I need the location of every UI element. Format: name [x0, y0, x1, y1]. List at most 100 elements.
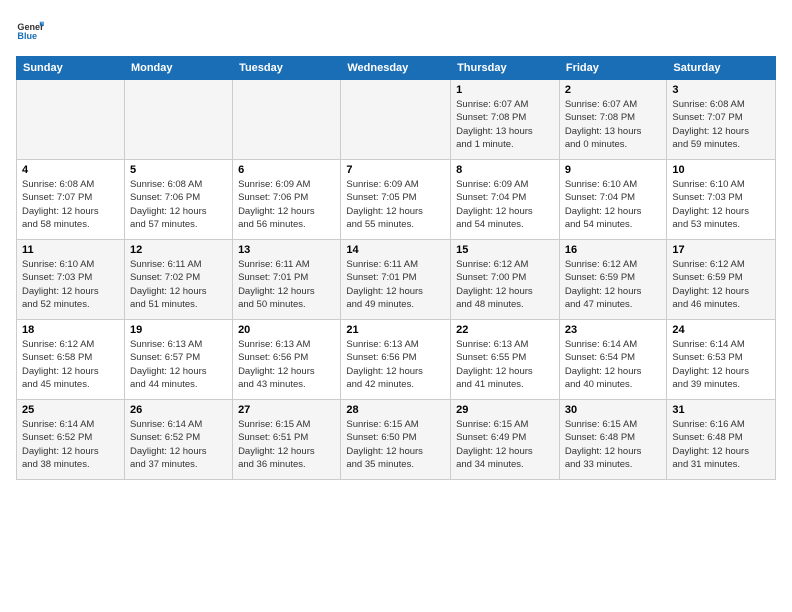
day-info: Sunrise: 6:08 AM Sunset: 7:07 PM Dayligh… [672, 98, 770, 151]
calendar-cell [233, 80, 341, 160]
calendar-cell: 3 Sunrise: 6:08 AM Sunset: 7:07 PM Daylig… [667, 80, 776, 160]
weekday-header-friday: Friday [559, 57, 667, 80]
logo-icon: General Blue [16, 16, 44, 44]
day-number: 30 [565, 404, 662, 416]
calendar-cell: 15 Sunrise: 6:12 AM Sunset: 7:00 PM Dayli… [451, 240, 560, 320]
day-info: Sunrise: 6:09 AM Sunset: 7:06 PM Dayligh… [238, 178, 335, 231]
day-info: Sunrise: 6:11 AM Sunset: 7:01 PM Dayligh… [346, 258, 445, 311]
weekday-header-tuesday: Tuesday [233, 57, 341, 80]
day-number: 7 [346, 164, 445, 176]
calendar-cell [124, 80, 232, 160]
svg-text:Blue: Blue [17, 31, 37, 41]
day-info: Sunrise: 6:13 AM Sunset: 6:55 PM Dayligh… [456, 338, 554, 391]
day-info: Sunrise: 6:10 AM Sunset: 7:03 PM Dayligh… [672, 178, 770, 231]
day-info: Sunrise: 6:09 AM Sunset: 7:04 PM Dayligh… [456, 178, 554, 231]
calendar-week-row: 18 Sunrise: 6:12 AM Sunset: 6:58 PM Dayli… [17, 320, 776, 400]
day-number: 4 [22, 164, 119, 176]
day-info: Sunrise: 6:10 AM Sunset: 7:03 PM Dayligh… [22, 258, 119, 311]
weekday-header-thursday: Thursday [451, 57, 560, 80]
day-number: 24 [672, 324, 770, 336]
calendar-cell: 10 Sunrise: 6:10 AM Sunset: 7:03 PM Dayli… [667, 160, 776, 240]
calendar-week-row: 25 Sunrise: 6:14 AM Sunset: 6:52 PM Dayli… [17, 400, 776, 480]
calendar-cell: 6 Sunrise: 6:09 AM Sunset: 7:06 PM Daylig… [233, 160, 341, 240]
day-number: 17 [672, 244, 770, 256]
calendar-cell: 1 Sunrise: 6:07 AM Sunset: 7:08 PM Daylig… [451, 80, 560, 160]
calendar-cell: 29 Sunrise: 6:15 AM Sunset: 6:49 PM Dayli… [451, 400, 560, 480]
calendar-cell: 23Sunrise: 6:14 AM Sunset: 6:54 PM Dayli… [559, 320, 667, 400]
day-number: 13 [238, 244, 335, 256]
day-number: 3 [672, 84, 770, 96]
day-number: 15 [456, 244, 554, 256]
calendar-cell: 13Sunrise: 6:11 AM Sunset: 7:01 PM Dayli… [233, 240, 341, 320]
calendar-cell: 2 Sunrise: 6:07 AM Sunset: 7:08 PM Daylig… [559, 80, 667, 160]
logo: General Blue [16, 16, 48, 44]
calendar-header-row: SundayMondayTuesdayWednesdayThursdayFrid… [17, 57, 776, 80]
day-info: Sunrise: 6:08 AM Sunset: 7:06 PM Dayligh… [130, 178, 227, 231]
calendar-cell [341, 80, 451, 160]
day-info: Sunrise: 6:12 AM Sunset: 6:59 PM Dayligh… [565, 258, 662, 311]
day-number: 6 [238, 164, 335, 176]
day-info: Sunrise: 6:12 AM Sunset: 7:00 PM Dayligh… [456, 258, 554, 311]
day-number: 10 [672, 164, 770, 176]
day-info: Sunrise: 6:13 AM Sunset: 6:57 PM Dayligh… [130, 338, 227, 391]
calendar-cell: 12Sunrise: 6:11 AM Sunset: 7:02 PM Dayli… [124, 240, 232, 320]
calendar-body: 1 Sunrise: 6:07 AM Sunset: 7:08 PM Daylig… [17, 80, 776, 480]
day-number: 18 [22, 324, 119, 336]
day-info: Sunrise: 6:15 AM Sunset: 6:50 PM Dayligh… [346, 418, 445, 471]
calendar-cell: 5 Sunrise: 6:08 AM Sunset: 7:06 PM Daylig… [124, 160, 232, 240]
day-number: 22 [456, 324, 554, 336]
day-info: Sunrise: 6:16 AM Sunset: 6:48 PM Dayligh… [672, 418, 770, 471]
day-info: Sunrise: 6:12 AM Sunset: 6:59 PM Dayligh… [672, 258, 770, 311]
day-number: 20 [238, 324, 335, 336]
calendar-cell: 28 Sunrise: 6:15 AM Sunset: 6:50 PM Dayli… [341, 400, 451, 480]
calendar-cell: 18 Sunrise: 6:12 AM Sunset: 6:58 PM Dayli… [17, 320, 125, 400]
calendar-cell: 4Sunrise: 6:08 AM Sunset: 7:07 PM Daylig… [17, 160, 125, 240]
calendar-cell: 17 Sunrise: 6:12 AM Sunset: 6:59 PM Dayli… [667, 240, 776, 320]
day-info: Sunrise: 6:10 AM Sunset: 7:04 PM Dayligh… [565, 178, 662, 231]
day-number: 25 [22, 404, 119, 416]
day-info: Sunrise: 6:14 AM Sunset: 6:52 PM Dayligh… [22, 418, 119, 471]
day-number: 27 [238, 404, 335, 416]
weekday-header-wednesday: Wednesday [341, 57, 451, 80]
day-info: Sunrise: 6:07 AM Sunset: 7:08 PM Dayligh… [456, 98, 554, 151]
calendar-cell: 11 Sunrise: 6:10 AM Sunset: 7:03 PM Dayli… [17, 240, 125, 320]
calendar-cell: 9 Sunrise: 6:10 AM Sunset: 7:04 PM Daylig… [559, 160, 667, 240]
day-number: 14 [346, 244, 445, 256]
day-info: Sunrise: 6:07 AM Sunset: 7:08 PM Dayligh… [565, 98, 662, 151]
day-info: Sunrise: 6:14 AM Sunset: 6:52 PM Dayligh… [130, 418, 227, 471]
day-number: 5 [130, 164, 227, 176]
day-number: 9 [565, 164, 662, 176]
day-info: Sunrise: 6:12 AM Sunset: 6:58 PM Dayligh… [22, 338, 119, 391]
calendar-cell: 27 Sunrise: 6:15 AM Sunset: 6:51 PM Dayli… [233, 400, 341, 480]
day-info: Sunrise: 6:13 AM Sunset: 6:56 PM Dayligh… [346, 338, 445, 391]
weekday-header-monday: Monday [124, 57, 232, 80]
calendar-cell: 16Sunrise: 6:12 AM Sunset: 6:59 PM Dayli… [559, 240, 667, 320]
calendar-cell: 8 Sunrise: 6:09 AM Sunset: 7:04 PM Daylig… [451, 160, 560, 240]
day-info: Sunrise: 6:14 AM Sunset: 6:54 PM Dayligh… [565, 338, 662, 391]
page-header: General Blue [16, 16, 776, 44]
day-number: 28 [346, 404, 445, 416]
day-number: 29 [456, 404, 554, 416]
day-info: Sunrise: 6:15 AM Sunset: 6:51 PM Dayligh… [238, 418, 335, 471]
day-info: Sunrise: 6:09 AM Sunset: 7:05 PM Dayligh… [346, 178, 445, 231]
calendar-cell: 26Sunrise: 6:14 AM Sunset: 6:52 PM Dayli… [124, 400, 232, 480]
calendar-cell: 14 Sunrise: 6:11 AM Sunset: 7:01 PM Dayli… [341, 240, 451, 320]
day-info: Sunrise: 6:14 AM Sunset: 6:53 PM Dayligh… [672, 338, 770, 391]
day-number: 1 [456, 84, 554, 96]
day-number: 11 [22, 244, 119, 256]
calendar-cell [17, 80, 125, 160]
calendar-cell: 19Sunrise: 6:13 AM Sunset: 6:57 PM Dayli… [124, 320, 232, 400]
calendar-cell: 31Sunrise: 6:16 AM Sunset: 6:48 PM Dayli… [667, 400, 776, 480]
calendar-cell: 25 Sunrise: 6:14 AM Sunset: 6:52 PM Dayli… [17, 400, 125, 480]
calendar-week-row: 11 Sunrise: 6:10 AM Sunset: 7:03 PM Dayli… [17, 240, 776, 320]
weekday-header-sunday: Sunday [17, 57, 125, 80]
calendar-cell: 24 Sunrise: 6:14 AM Sunset: 6:53 PM Dayli… [667, 320, 776, 400]
day-info: Sunrise: 6:15 AM Sunset: 6:49 PM Dayligh… [456, 418, 554, 471]
calendar-cell: 21 Sunrise: 6:13 AM Sunset: 6:56 PM Dayli… [341, 320, 451, 400]
calendar-table: SundayMondayTuesdayWednesdayThursdayFrid… [16, 56, 776, 480]
weekday-header-saturday: Saturday [667, 57, 776, 80]
calendar-cell: 20Sunrise: 6:13 AM Sunset: 6:56 PM Dayli… [233, 320, 341, 400]
day-number: 21 [346, 324, 445, 336]
day-number: 8 [456, 164, 554, 176]
day-number: 2 [565, 84, 662, 96]
